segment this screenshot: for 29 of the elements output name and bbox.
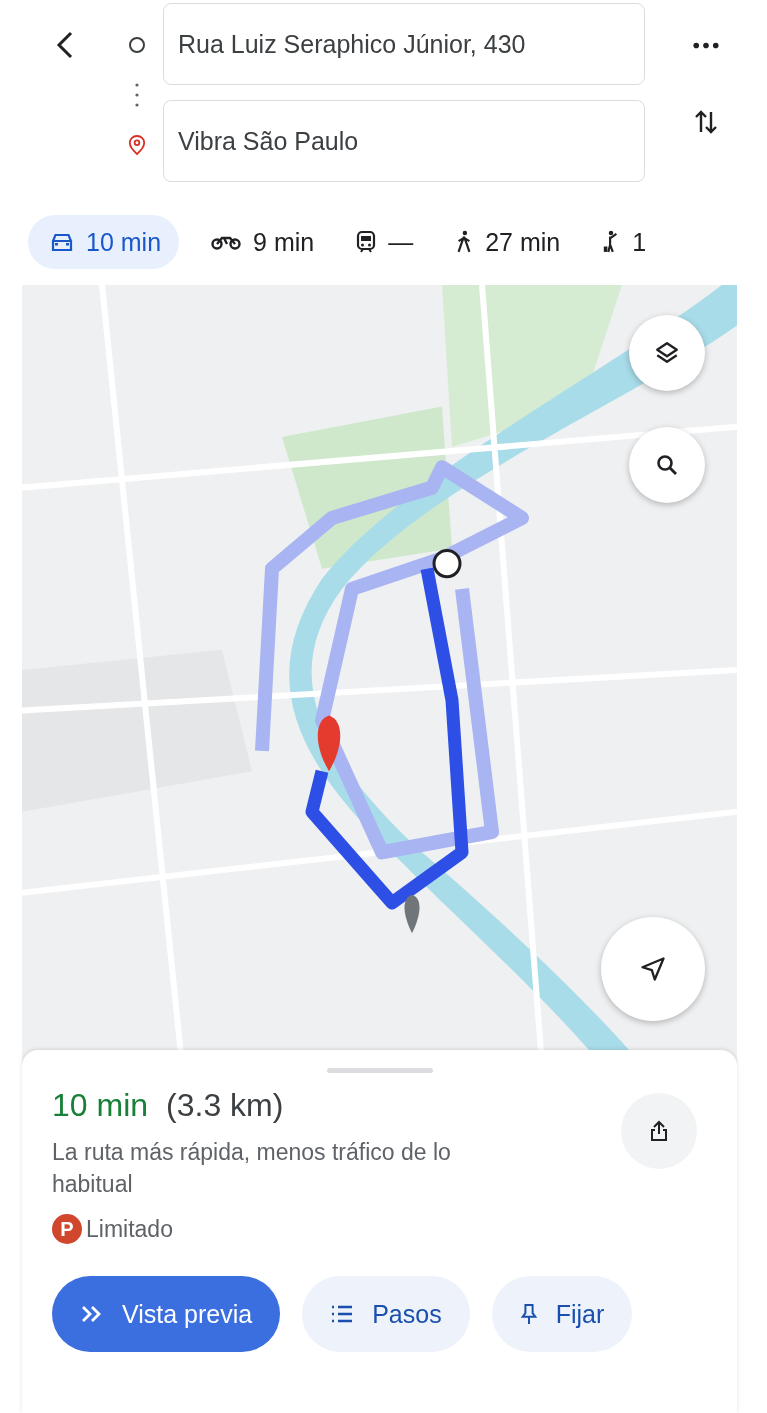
destination-field[interactable]: Vibra São Paulo [163,100,645,182]
travel-mode-tab[interactable]: — [346,215,424,269]
travel-mode-tab[interactable]: 1 [592,215,657,269]
layers-icon [654,340,680,366]
action-button[interactable]: Pasos [302,1276,470,1352]
origin-field[interactable]: Rua Luiz Seraphico Júnior, 430 [163,3,645,85]
drag-handle[interactable] [326,1068,433,1073]
motorcycle-icon [211,234,242,250]
action-button[interactable]: Fijar [491,1276,633,1352]
search-icon [655,453,679,477]
location-pin-icon [127,134,146,156]
dots-icon [134,81,139,108]
travel-mode-tab[interactable]: 10 min [28,215,180,269]
car-icon [50,232,74,252]
parking-badge: P [52,1214,82,1244]
route-distance: (3.3 km) [166,1087,284,1124]
navigation-arrow-icon [639,955,667,983]
action-button[interactable]: Vista previa [52,1276,281,1352]
circle-icon [126,35,147,55]
more-icon[interactable] [693,42,719,50]
travel-mode-tab[interactable]: 9 min [201,215,325,269]
route-description: La ruta más rápida, menos tráfico de lo habitual [52,1138,452,1199]
pin-icon [519,1303,538,1325]
parking-status: Limitado [86,1215,173,1243]
back-icon[interactable] [55,30,75,60]
route-duration: 10 min [52,1087,149,1124]
train-icon [356,230,377,254]
list-icon [330,1305,355,1323]
travel-mode-tab[interactable]: 27 min [445,215,571,269]
